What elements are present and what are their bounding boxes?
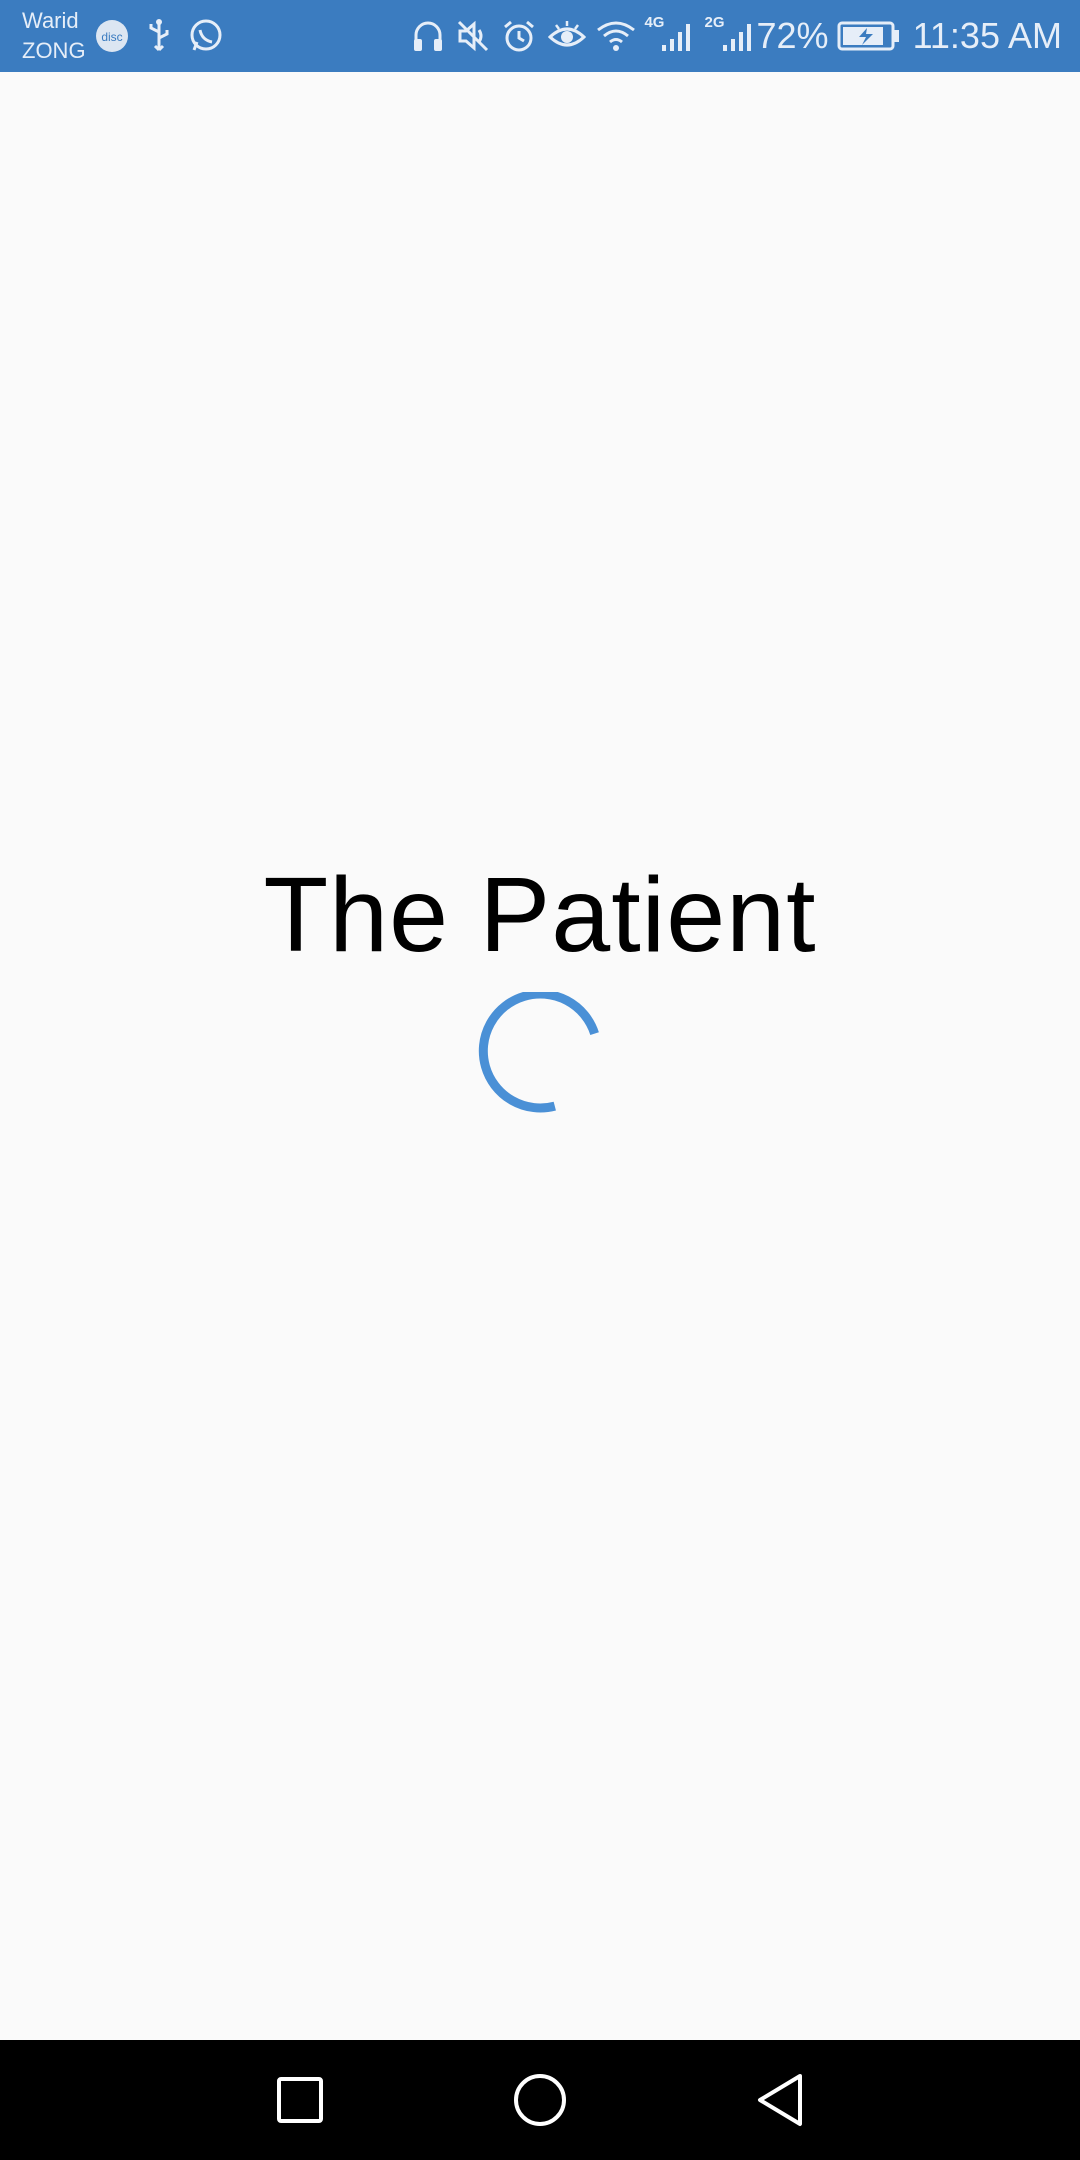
disc-icon: disc — [94, 18, 130, 54]
carrier-2: ZONG — [22, 38, 86, 63]
recents-button[interactable] — [270, 2070, 330, 2130]
circle-icon — [514, 2074, 566, 2126]
back-button[interactable] — [750, 2070, 810, 2130]
battery-percent: 72% — [756, 15, 829, 56]
svg-text:disc: disc — [101, 30, 122, 44]
eye-icon — [548, 19, 587, 53]
alarm-icon — [502, 19, 536, 53]
network-type-1: 4G — [644, 13, 665, 31]
carrier-names: Warid ZONG — [22, 6, 86, 66]
square-icon — [277, 2077, 323, 2123]
carrier-1: Warid — [22, 8, 79, 33]
wifi-icon — [596, 20, 636, 52]
battery-charging-icon — [837, 21, 901, 51]
navigation-bar — [0, 2040, 1080, 2160]
app-title: The Patient — [263, 856, 817, 974]
network-type-2: 2G — [704, 13, 725, 31]
signal-4g-icon — [660, 19, 694, 53]
status-bar: Warid ZONG disc 4G 2G 72% 11:35 AM — [0, 0, 1080, 72]
status-left-icons: disc — [94, 16, 224, 56]
headphones-icon — [412, 19, 444, 53]
loading-spinner — [478, 992, 599, 1113]
mute-icon — [456, 19, 490, 53]
back-triangle-icon — [758, 2074, 802, 2126]
clock: 11:35 AM — [912, 15, 1062, 56]
usb-icon — [146, 18, 172, 54]
status-right-icons: 4G 2G 72% 11:35 AM — [412, 0, 1080, 72]
whatsapp-icon — [188, 18, 224, 54]
signal-2g-icon — [721, 19, 755, 53]
home-button[interactable] — [510, 2070, 570, 2130]
